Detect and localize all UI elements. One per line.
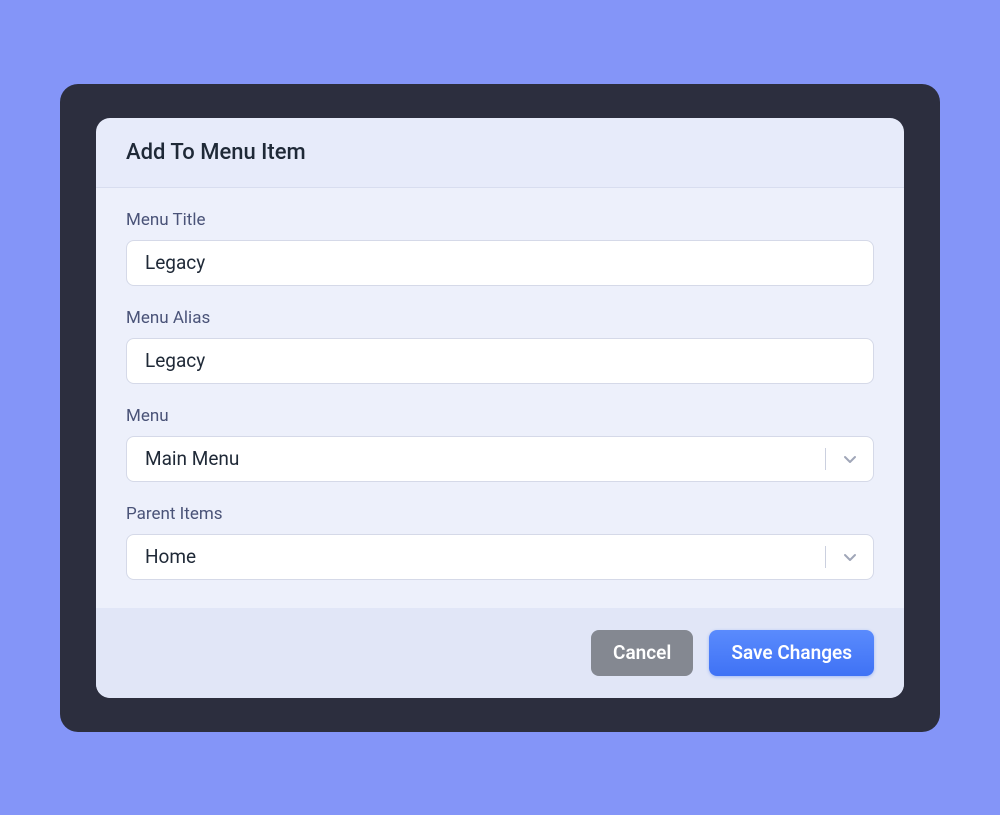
parent-items-label: Parent Items bbox=[126, 504, 874, 524]
menu-alias-group: Menu Alias bbox=[126, 308, 874, 384]
parent-items-select[interactable]: Home bbox=[126, 534, 874, 580]
menu-select-wrapper: Main Menu bbox=[126, 436, 874, 482]
save-changes-button[interactable]: Save Changes bbox=[709, 630, 874, 676]
modal-body: Menu Title Menu Alias Menu Main Menu bbox=[96, 188, 904, 608]
modal-title: Add To Menu Item bbox=[126, 140, 874, 165]
parent-items-select-wrapper: Home bbox=[126, 534, 874, 580]
menu-title-label: Menu Title bbox=[126, 210, 874, 230]
menu-group: Menu Main Menu bbox=[126, 406, 874, 482]
menu-title-group: Menu Title bbox=[126, 210, 874, 286]
menu-title-input[interactable] bbox=[126, 240, 874, 286]
menu-alias-input[interactable] bbox=[126, 338, 874, 384]
modal-header: Add To Menu Item bbox=[96, 118, 904, 188]
menu-alias-label: Menu Alias bbox=[126, 308, 874, 328]
parent-items-select-value: Home bbox=[145, 545, 196, 568]
menu-select[interactable]: Main Menu bbox=[126, 436, 874, 482]
cancel-button[interactable]: Cancel bbox=[591, 630, 693, 676]
modal-backdrop: Add To Menu Item Menu Title Menu Alias M… bbox=[60, 84, 940, 732]
menu-select-value: Main Menu bbox=[145, 447, 239, 470]
menu-select-label: Menu bbox=[126, 406, 874, 426]
modal-footer: Cancel Save Changes bbox=[96, 608, 904, 698]
parent-items-group: Parent Items Home bbox=[126, 504, 874, 580]
add-menu-item-modal: Add To Menu Item Menu Title Menu Alias M… bbox=[96, 118, 904, 698]
